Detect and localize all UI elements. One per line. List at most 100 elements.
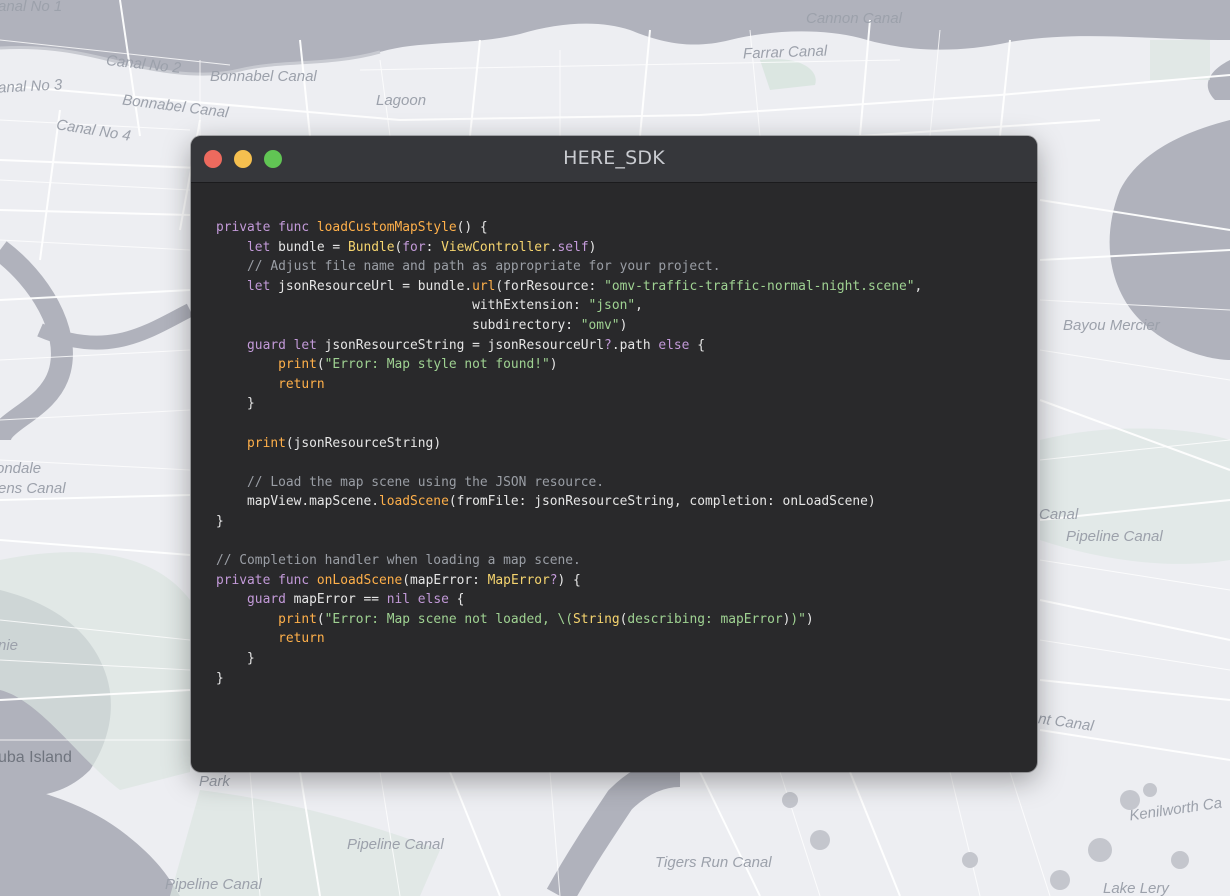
map-label: Lake Lery (1103, 880, 1169, 896)
code-token: , (914, 278, 923, 294)
code-token: url (472, 278, 496, 294)
code-token: loadScene (378, 494, 449, 510)
title-bar[interactable]: HERE_SDK (191, 136, 1037, 183)
code-token: ) { (557, 572, 581, 588)
code-token: : (425, 239, 442, 255)
map-label: Bayou Mercier (1063, 317, 1160, 334)
code-token: ( (316, 357, 325, 373)
map-label: anal No 1 (0, 0, 63, 15)
code-token: "omv" (580, 317, 620, 333)
code-token: describing: mapError (627, 611, 783, 627)
code-token: bundle = (278, 239, 348, 255)
code-line: // Completion handler when loading a map… (216, 551, 922, 571)
code-token: ) (588, 239, 597, 255)
code-line: print("Error: Map scene not loaded, \(St… (216, 610, 922, 630)
code-token: } (216, 513, 224, 529)
code-token: { (689, 337, 705, 353)
code-line: } (216, 512, 922, 532)
code-token: ) (549, 357, 558, 373)
code-token: return (278, 376, 325, 392)
code-token: for (402, 239, 426, 255)
code-token: { (448, 592, 465, 608)
map-label: Lagoon (376, 92, 427, 109)
code-token: ) (619, 317, 628, 333)
code-token: guard let (247, 337, 325, 353)
code-token: guard (247, 592, 294, 608)
code-token: onLoadScene (316, 572, 403, 588)
code-token: (forResource: (495, 278, 605, 294)
code-token: MapError (487, 572, 550, 588)
code-token: () { (456, 220, 488, 235)
code-token: // Completion handler when loading a map… (216, 553, 581, 569)
map-label: nie (0, 637, 19, 654)
code-token: withExtension: (216, 298, 589, 314)
code-token: jsonResourceString = jsonResourceUrl (324, 337, 605, 353)
map-label-place: uba Island (0, 749, 72, 766)
code-editor[interactable]: private func loadCustomMapStyle() { let … (216, 218, 922, 688)
map-label: Bonnabel Canal (210, 68, 317, 85)
map-label: Cannon Canal (806, 10, 902, 27)
code-token: let (247, 239, 279, 255)
code-line: // Load the map scene using the JSON res… (216, 473, 922, 493)
code-line: // Adjust file name and path as appropri… (216, 257, 922, 277)
code-token: . (549, 239, 558, 255)
map-label: Pipeline Canal (165, 876, 262, 893)
code-line: guard let jsonResourceString = jsonResou… (216, 336, 922, 356)
window-title: HERE_SDK (563, 147, 665, 169)
code-token: loadCustomMapStyle (316, 220, 457, 235)
map-label: anal No 3 (0, 76, 63, 97)
code-token: (fromFile: jsonResourceString, completio… (448, 494, 876, 510)
code-line: let jsonResourceUrl = bundle.url(forReso… (216, 277, 922, 297)
code-token: , (635, 298, 643, 314)
map-label: ondale (0, 460, 42, 477)
code-line: } (216, 649, 922, 669)
code-token: print (278, 357, 317, 373)
map-label: Park (199, 773, 230, 790)
code-token: "json" (588, 298, 636, 314)
code-line: return (216, 375, 922, 395)
code-token: jsonResourceUrl = bundle. (278, 278, 473, 294)
code-token: mapView.mapScene. (216, 494, 379, 510)
code-token: let (247, 278, 279, 294)
code-token: ? (549, 572, 558, 588)
code-token: String (573, 611, 620, 627)
code-token: Bundle (347, 239, 395, 255)
code-token: )" (790, 611, 806, 627)
code-window: HERE_SDK private func loadCustomMapStyle… (191, 136, 1037, 772)
map-label: Canal (1039, 506, 1079, 523)
code-line: let bundle = Bundle(for: ViewController.… (216, 238, 922, 258)
map-label: Pipeline Canal (347, 836, 444, 853)
code-token: ? (604, 337, 612, 353)
code-token: ) (805, 611, 814, 627)
code-token: else (658, 337, 690, 353)
code-line: print("Error: Map style not found!") (216, 355, 922, 375)
code-line: private func loadCustomMapStyle() { (216, 218, 922, 238)
code-token: print (247, 435, 286, 451)
code-token: private func (216, 572, 317, 588)
code-token: (jsonResourceString) (285, 435, 442, 451)
code-token: private func (216, 220, 317, 235)
map-label: Farrar Canal (742, 42, 828, 63)
code-line: subdirectory: "omv") (216, 316, 922, 336)
code-token: nil else (386, 592, 449, 608)
code-token: } (216, 396, 255, 412)
code-token: return (278, 631, 325, 647)
map-label: Tigers Run Canal (655, 854, 772, 871)
map-label: ens Canal (0, 480, 66, 497)
code-line: } (216, 669, 922, 689)
code-line: withExtension: "json", (216, 296, 922, 316)
code-line: } (216, 394, 922, 414)
